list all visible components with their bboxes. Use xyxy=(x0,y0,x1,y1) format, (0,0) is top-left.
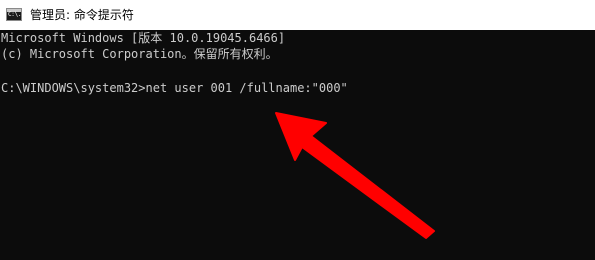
console-line-command: C:\WINDOWS\system32>net user 001 /fullna… xyxy=(1,81,348,95)
console-line-version: Microsoft Windows [版本 10.0.19045.6466] xyxy=(1,31,286,45)
console-line-copyright: (c) Microsoft Corporation。保留所有权利。 xyxy=(1,47,278,61)
window-titlebar[interactable]: C:\. 管理员: 命令提示符 xyxy=(0,0,595,30)
command-prompt-icon-glyph: C:\. xyxy=(8,11,22,18)
command-prompt-icon: C:\. xyxy=(6,8,22,21)
console-output[interactable]: Microsoft Windows [版本 10.0.19045.6466] (… xyxy=(0,30,595,260)
window-title: 管理员: 命令提示符 xyxy=(30,8,134,22)
